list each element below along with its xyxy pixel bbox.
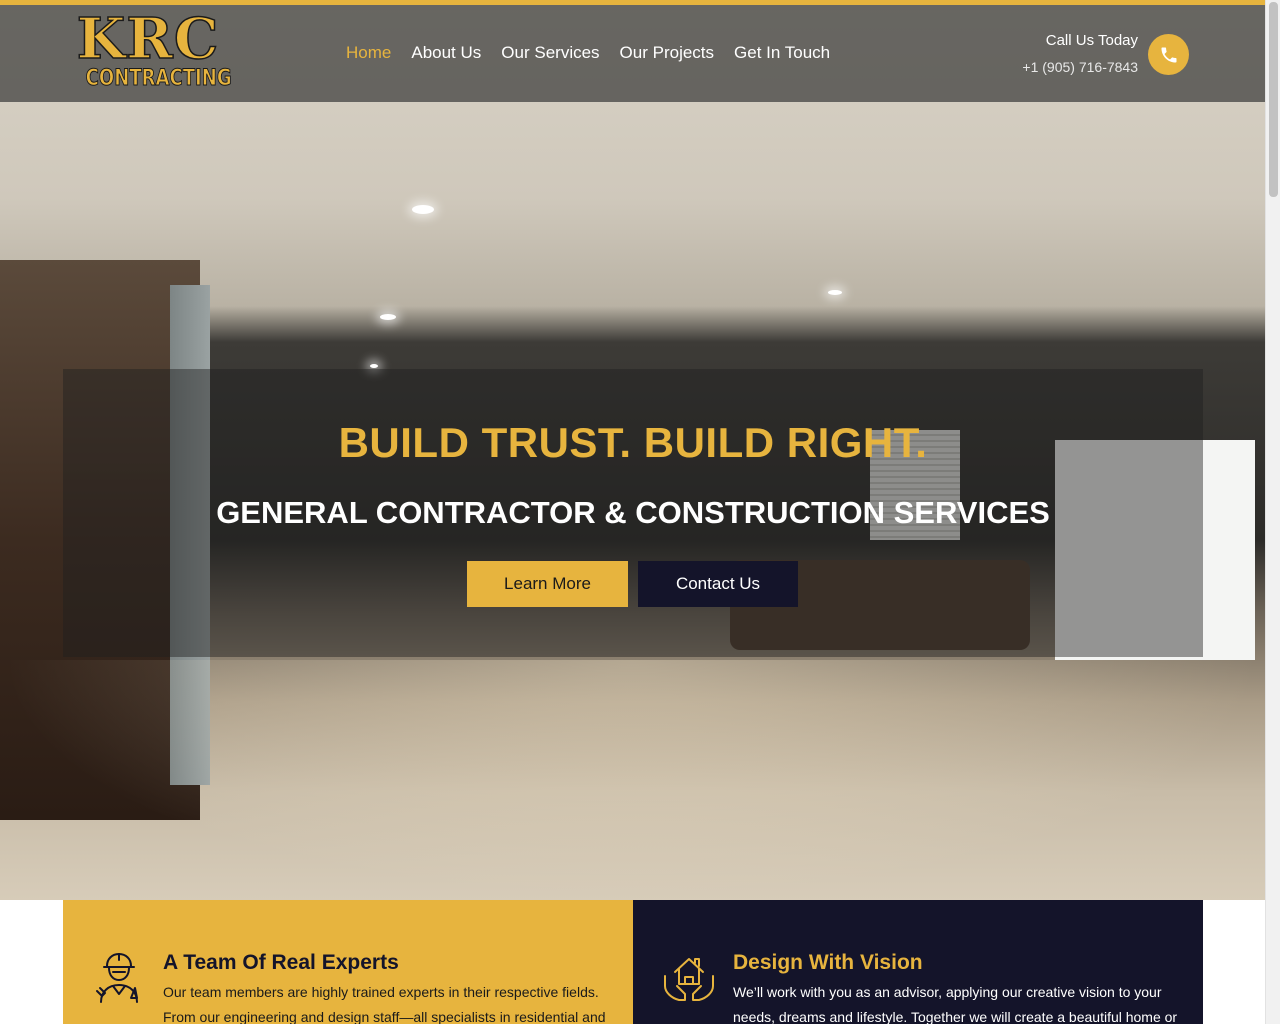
nav-item-our-projects[interactable]: Our Projects — [620, 43, 714, 63]
feature-text: Our team members are highly trained expe… — [163, 984, 606, 1024]
main-nav: Home About Us Our Services Our Projects … — [346, 43, 830, 63]
feature-title: A Team Of Real Experts — [163, 951, 399, 974]
feature-card-experts: A Team Of Real Experts Our team members … — [63, 900, 633, 1024]
page-scrollbar[interactable] — [1265, 0, 1280, 1024]
nav-item-home[interactable]: Home — [346, 43, 391, 63]
call-button[interactable] — [1148, 34, 1189, 75]
learn-more-button[interactable]: Learn More — [467, 561, 628, 607]
feature-card-vision: Design With Vision We’ll work with you a… — [633, 900, 1203, 1024]
call-phone-number[interactable]: +1 (905) 716-7843 — [1022, 58, 1138, 76]
ceiling-light — [380, 314, 396, 320]
logo-wordmark: KRC — [76, 6, 220, 72]
nav-item-about-us[interactable]: About Us — [411, 43, 481, 63]
ceiling-light — [828, 290, 842, 295]
scrollbar-thumb[interactable] — [1269, 2, 1278, 197]
phone-icon — [1161, 47, 1176, 62]
ceiling-light — [370, 364, 378, 368]
nav-item-get-in-touch[interactable]: Get In Touch — [734, 43, 830, 63]
feature-title: Design With Vision — [733, 951, 923, 974]
hero-subtitle: GENERAL CONTRACTOR & CONSTRUCTION SERVIC… — [216, 495, 1050, 530]
house-in-hands-icon — [664, 958, 714, 1001]
engineer-icon — [96, 953, 138, 1003]
call-title: Call Us Today — [1045, 32, 1138, 49]
site-logo[interactable]: KRC CONTRACTING — [72, 10, 232, 93]
logo-subtitle: CONTRACTING — [85, 66, 232, 91]
hero-title: BUILD TRUST. BUILD RIGHT. — [338, 419, 928, 466]
call-block: Call Us Today +1 (905) 716-7843 — [1022, 31, 1138, 76]
contact-us-button[interactable]: Contact Us — [638, 561, 798, 607]
hero-panel: BUILD TRUST. BUILD RIGHT. GENERAL CONTRA… — [63, 369, 1203, 657]
feature-text: We’ll work with you as an advisor, apply… — [733, 984, 1178, 1024]
floor-reflection — [0, 660, 1265, 900]
site-header: KRC CONTRACTING Home About Us Our Servic… — [0, 5, 1265, 102]
nav-item-our-services[interactable]: Our Services — [501, 43, 599, 63]
ceiling-light — [412, 205, 434, 214]
